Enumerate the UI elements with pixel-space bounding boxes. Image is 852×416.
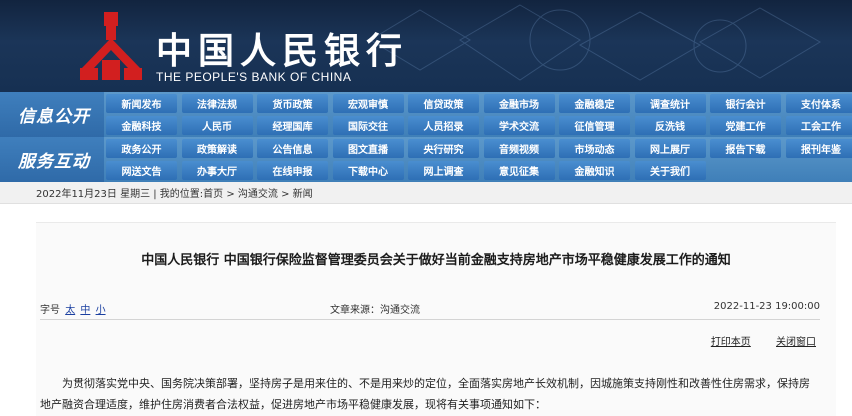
main-nav: 信息公开 新闻发布 法律法规 货币政策 宏观审慎 信贷政策 金融市场 金融稳定 调查统计 银行会…: [0, 92, 852, 182]
nav-link[interactable]: 调查统计: [634, 94, 706, 113]
article-box: 中国人民银行 中国银行保险监督管理委员会关于做好当前金融支持房地产市场平稳健康发…: [36, 222, 836, 416]
nav-head-service[interactable]: 服务互动: [0, 137, 104, 182]
nav-link[interactable]: 政策解读: [181, 139, 253, 158]
nav-link[interactable]: 市场动态: [559, 139, 630, 158]
font-size-label: 字号: [40, 305, 60, 316]
nav-link[interactable]: 报告下载: [710, 139, 781, 158]
nav-link[interactable]: 新闻发布: [106, 94, 177, 113]
nav-head-info[interactable]: 信息公开: [0, 92, 104, 137]
nav-link[interactable]: 货币政策: [257, 94, 328, 113]
nav-link[interactable]: 征信管理: [559, 116, 630, 135]
nav-link[interactable]: 银行会计: [710, 94, 781, 113]
breadcrumb-text: 2022年11月23日 星期三 | 我的位置:首页 > 沟通交流 > 新闻: [36, 189, 313, 200]
nav-link[interactable]: 金融知识: [559, 161, 630, 180]
nav-link[interactable]: 音频视频: [483, 139, 555, 158]
meta-divider: [40, 319, 820, 320]
nav-link[interactable]: 政务公开: [106, 139, 177, 158]
nav-grid-service: 政务公开 政策解读 公告信息 图文直播 央行研究 音频视频 市场动态 网上展厅 报告下载 报刊年鉴…: [106, 139, 852, 180]
nav-link[interactable]: 在线申报: [257, 161, 328, 180]
site-banner: 中国人民银行 THE PEOPLE'S BANK OF CHINA: [0, 0, 852, 92]
nav-link[interactable]: 法律法规: [181, 94, 253, 113]
nav-link[interactable]: 工会工作: [785, 116, 852, 135]
font-size-small-link[interactable]: 小: [96, 305, 106, 316]
nav-link[interactable]: 宏观审慎: [332, 94, 404, 113]
nav-link[interactable]: 人民币: [181, 116, 253, 135]
nav-link[interactable]: 公告信息: [257, 139, 328, 158]
nav-link[interactable]: 网送文告: [106, 161, 177, 180]
close-window-link[interactable]: 关闭窗口: [776, 337, 816, 348]
font-size-switcher: 字号 太 中 小: [40, 301, 106, 316]
logo-title-en: THE PEOPLE'S BANK OF CHINA: [156, 70, 352, 84]
font-size-medium-link[interactable]: 中: [80, 305, 90, 316]
font-size-large-link[interactable]: 太: [65, 305, 75, 316]
article-title: 中国人民银行 中国银行保险监督管理委员会关于做好当前金融支持房地产市场平稳健康发…: [141, 253, 731, 268]
pboc-emblem-icon: [80, 12, 142, 80]
nav-link[interactable]: 党建工作: [710, 116, 781, 135]
article-datetime: 2022-11-23 19:00:00: [713, 301, 820, 312]
nav-grid-info: 新闻发布 法律法规 货币政策 宏观审慎 信贷政策 金融市场 金融稳定 调查统计 银行会计 支付体系…: [106, 94, 852, 135]
nav-link[interactable]: 网上展厅: [634, 139, 706, 158]
nav-link[interactable]: 网上调查: [408, 161, 479, 180]
article-source: 文章来源：沟通交流: [330, 305, 420, 316]
nav-link[interactable]: 关于我们: [634, 161, 706, 180]
nav-link[interactable]: 意见征集: [483, 161, 555, 180]
article-meta: 字号 太 中 小 文章来源：沟通交流 2022-11-23 19:00:00: [40, 301, 820, 317]
nav-row-service: 服务互动 政务公开 政策解读 公告信息 图文直播 央行研究 音频视频 市场动态 网上展厅 报告下…: [0, 137, 852, 182]
breadcrumb: 2022年11月23日 星期三 | 我的位置:首页 > 沟通交流 > 新闻: [0, 182, 852, 204]
nav-link[interactable]: 国际交往: [332, 116, 404, 135]
nav-link[interactable]: 下载中心: [332, 161, 404, 180]
nav-link[interactable]: 金融稳定: [559, 94, 630, 113]
nav-link[interactable]: 央行研究: [408, 139, 479, 158]
nav-link[interactable]: 报刊年鉴: [785, 139, 852, 158]
nav-link[interactable]: 信贷政策: [408, 94, 479, 113]
article-paragraph: 为贯彻落实党中央、国务院决策部署，坚持房子是用来住的、不是用来炒的定位，全面落实…: [40, 377, 810, 411]
nav-link[interactable]: 支付体系: [785, 94, 852, 113]
nav-link[interactable]: 反洗钱: [634, 116, 706, 135]
nav-row-info: 信息公开 新闻发布 法律法规 货币政策 宏观审慎 信贷政策 金融市场 金融稳定 调查统计 银行会…: [0, 92, 852, 137]
nav-link[interactable]: 办事大厅: [181, 161, 253, 180]
nav-link[interactable]: 学术交流: [483, 116, 555, 135]
nav-link[interactable]: 经理国库: [257, 116, 328, 135]
nav-link[interactable]: 金融市场: [483, 94, 555, 113]
article-area: 中国人民银行 中国银行保险监督管理委员会关于做好当前金融支持房地产市场平稳健康发…: [36, 222, 836, 416]
nav-link[interactable]: 图文直播: [332, 139, 404, 158]
print-page-link[interactable]: 打印本页: [711, 337, 751, 348]
pboc-logo[interactable]: 中国人民银行 THE PEOPLE'S BANK OF CHINA: [76, 10, 402, 84]
nav-link[interactable]: 人员招录: [408, 116, 479, 135]
nav-link[interactable]: 金融科技: [106, 116, 177, 135]
logo-title-cn: 中国人民银行: [156, 30, 409, 72]
article-actions: 打印本页 关闭窗口: [689, 333, 816, 348]
